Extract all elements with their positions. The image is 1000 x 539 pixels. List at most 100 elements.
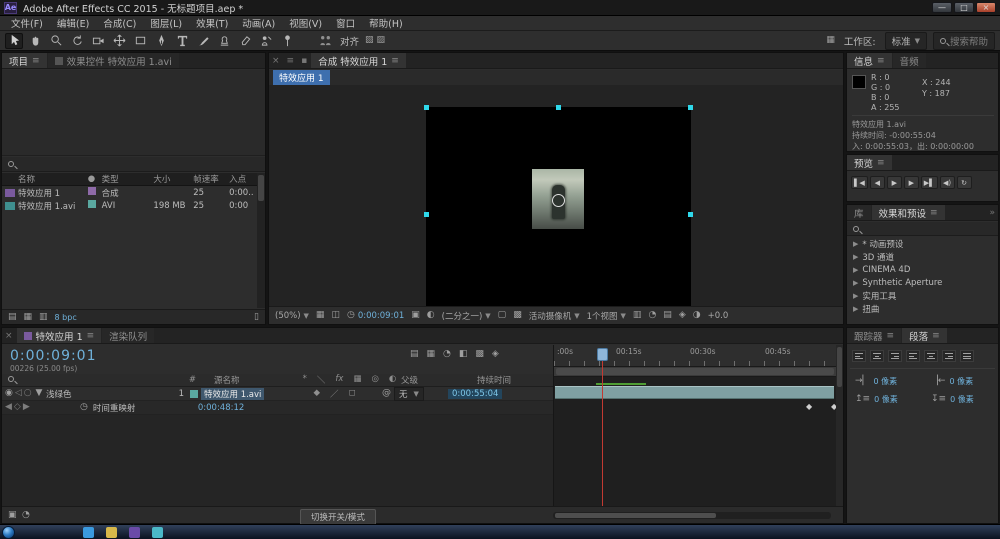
maximize-button[interactable]: □ — [954, 2, 974, 13]
handle-mid-right[interactable] — [688, 212, 693, 217]
label-swatch[interactable] — [88, 200, 96, 208]
eye-icon[interactable]: ◉ — [5, 389, 13, 398]
fx-switch-icon[interactable]: ／ — [330, 388, 339, 400]
menu-effect[interactable]: 效果(T) — [189, 16, 235, 30]
taskbar-app-media[interactable] — [152, 527, 163, 538]
menu-edit[interactable]: 编辑(E) — [50, 16, 96, 30]
column-size[interactable]: 大小 — [153, 173, 193, 185]
label-swatch[interactable] — [88, 187, 96, 195]
panel-menu-icon[interactable]: ≡ — [87, 331, 95, 341]
project-bit-depth[interactable]: 8 bpc — [55, 313, 77, 322]
new-folder-icon[interactable]: ▦ — [24, 313, 33, 322]
workspace-select[interactable]: 标准 ▼ — [885, 32, 927, 50]
layer-twirl-icon[interactable]: ▼ — [32, 389, 46, 398]
keyframe-nav-right-icon[interactable]: ▶ — [23, 403, 30, 412]
current-time-indicator[interactable] — [597, 348, 608, 361]
panel-menu-icon[interactable]: ≡ — [391, 56, 399, 66]
grid-guides-icon[interactable]: ▦ — [316, 311, 325, 320]
twirl-icon[interactable]: ▶ — [853, 292, 858, 300]
tab-preview[interactable]: 预览 ≡ — [847, 155, 892, 170]
menu-window[interactable]: 窗口 — [329, 16, 362, 30]
menu-animation[interactable]: 动画(A) — [235, 16, 282, 30]
effects-category-distort[interactable]: ▶ 扭曲 — [847, 303, 998, 315]
project-scrollbar[interactable] — [257, 173, 265, 308]
camera-tool[interactable] — [89, 33, 107, 49]
align-center-button[interactable] — [870, 350, 884, 362]
pan-behind-tool[interactable] — [110, 33, 128, 49]
effects-search[interactable] — [847, 222, 998, 236]
twirl-icon[interactable]: ▶ — [853, 253, 858, 261]
view-layout-select[interactable]: 1个视图 ▼ — [587, 310, 626, 322]
new-composition-icon[interactable]: ▥ — [39, 313, 48, 322]
column-source-name[interactable]: 源名称 — [202, 374, 302, 386]
twirl-icon[interactable]: ▶ — [853, 240, 858, 248]
solo-icon[interactable]: ○ — [24, 389, 32, 398]
tab-paragraph[interactable]: 段落 ≡ — [902, 328, 947, 343]
pen-tool[interactable] — [152, 33, 170, 49]
brush-tool[interactable] — [194, 33, 212, 49]
motion-blur-icon[interactable]: ▩ — [475, 350, 484, 359]
audio-icon[interactable]: ◁ — [15, 389, 22, 398]
justify-all-button[interactable] — [960, 350, 974, 362]
column-parent[interactable]: 父级 — [397, 374, 463, 386]
column-number[interactable]: # — [186, 375, 202, 385]
indent-left-value[interactable]: 0 像素 — [873, 376, 897, 387]
justify-last-right-button[interactable] — [942, 350, 956, 362]
project-columns-header[interactable]: 名称 ● 类型 大小 帧速率 入点 — [2, 173, 257, 186]
space-after-field[interactable]: ↧≡ 0 像素 — [931, 394, 974, 405]
viewer-lock-icon[interactable]: ▪ — [298, 56, 310, 66]
effects-category-synthetic-aperture[interactable]: ▶ Synthetic Aperture — [847, 277, 998, 289]
viewer-menu-icon[interactable]: ≡ — [284, 56, 298, 66]
column-type[interactable]: 类型 — [102, 173, 154, 185]
column-duration[interactable]: 持续时间 — [463, 374, 511, 386]
menu-help[interactable]: 帮助(H) — [362, 16, 410, 30]
twirl-icon[interactable]: ▶ — [853, 279, 858, 287]
audio-mute-button[interactable]: ◀) — [940, 176, 955, 189]
camera-view-select[interactable]: 活动摄像机 ▼ — [529, 310, 580, 322]
effects-category-cinema4d[interactable]: ▶ CINEMA 4D — [847, 264, 998, 276]
keyframe-icon[interactable]: ◇ — [14, 403, 21, 412]
menu-view[interactable]: 视图(V) — [282, 16, 329, 30]
tab-effect-controls[interactable]: 效果控件 特效应用 1.avi — [48, 53, 179, 68]
column-in[interactable]: 入点 — [229, 173, 257, 185]
project-row-comp[interactable]: 特效应用 1 合成 25 0:00.. — [2, 186, 257, 199]
justify-last-left-button[interactable] — [906, 350, 920, 362]
handle-top-left[interactable] — [424, 105, 429, 110]
keyframe-nav-left-icon[interactable]: ◀ — [5, 403, 12, 412]
work-area-bar[interactable] — [554, 367, 836, 377]
effects-category-utility[interactable]: ▶ 实用工具 — [847, 290, 998, 302]
start-button[interactable] — [2, 526, 15, 539]
next-frame-button[interactable]: ▶ — [904, 176, 919, 189]
fast-preview-icon[interactable]: ◔ — [648, 311, 656, 320]
parent-select[interactable]: 无 ▼ — [394, 387, 424, 401]
column-switches[interactable]: *＼fx▦◎◐ — [302, 374, 397, 386]
puppet-pin-tool[interactable] — [278, 33, 296, 49]
draft-3d-icon[interactable]: ▦ — [427, 350, 436, 359]
video-layer-image[interactable] — [532, 169, 584, 229]
snap-option-icon[interactable]: ▧ — [365, 36, 374, 45]
comp-viewport[interactable] — [269, 85, 843, 306]
tab-tracker[interactable]: 跟踪器 ≡ — [847, 328, 901, 343]
rotate-tool[interactable] — [68, 33, 86, 49]
last-frame-button[interactable]: ▶▌ — [921, 176, 938, 189]
trash-icon[interactable]: ▯ — [254, 313, 259, 322]
pixel-aspect-icon[interactable]: ▥ — [633, 311, 642, 320]
graph-editor-icon[interactable]: ◈ — [492, 350, 499, 359]
timeline-horizontal-scrollbar[interactable] — [553, 512, 831, 519]
transparency-grid-icon[interactable]: ▩ — [513, 311, 522, 320]
handle-top-right[interactable] — [688, 105, 693, 110]
align-left-button[interactable] — [852, 350, 866, 362]
zoom-tool[interactable] — [47, 33, 65, 49]
column-fps[interactable]: 帧速率 — [193, 173, 229, 185]
show-channel-icon[interactable]: ◐ — [427, 311, 435, 320]
tab-render-queue[interactable]: 渲染队列 — [102, 328, 154, 343]
loop-button[interactable]: ↻ — [957, 176, 972, 189]
tab-audio[interactable]: 音频 — [893, 53, 926, 68]
help-search-box[interactable]: 搜索帮助 — [933, 32, 995, 50]
project-search[interactable] — [2, 157, 265, 172]
effects-category-animation-presets[interactable]: ▶ * 动画预设 — [847, 238, 998, 250]
layer-duration-bar[interactable] — [555, 386, 834, 399]
resolution-select[interactable]: (二分之一) ▼ — [442, 310, 491, 322]
taskbar-app-browser[interactable] — [83, 527, 94, 538]
magnification-select[interactable]: (50%) ▼ — [275, 311, 309, 321]
